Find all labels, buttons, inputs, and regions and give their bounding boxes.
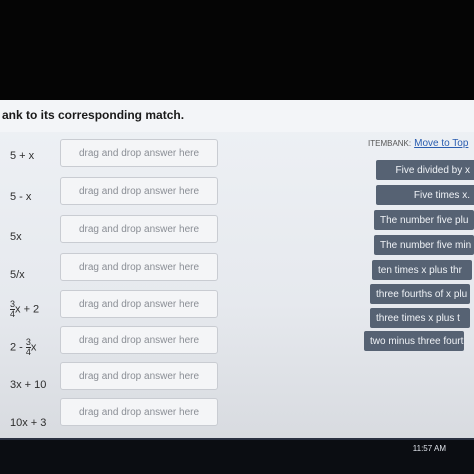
itembank-header: ITEMBANK: Move to Top — [368, 138, 468, 149]
dropzone-1[interactable]: drag and drop answer here — [60, 139, 218, 167]
dropzone-2[interactable]: drag and drop answer here — [60, 177, 218, 205]
itembank-item-2[interactable]: Five times x. — [376, 185, 474, 205]
clock[interactable]: 11:57 AM — [413, 444, 446, 453]
prompt-5: 34x + 2 — [10, 300, 39, 319]
prompt-6-pre: 2 - — [10, 341, 26, 354]
prompt-4: 5/x — [10, 269, 25, 281]
itembank-item-6[interactable]: three fourths of x plu — [370, 284, 470, 304]
dark-bezel-top — [0, 0, 474, 100]
dropzone-8[interactable]: drag and drop answer here — [60, 398, 218, 426]
dropzone-6[interactable]: drag and drop answer here — [60, 326, 218, 354]
prompt-8: 10x + 3 — [10, 417, 47, 429]
prompt-6: 2 - 34x — [10, 338, 36, 357]
prompt-7: 3x + 10 — [10, 379, 47, 391]
itembank-item-1[interactable]: Five divided by x — [376, 160, 474, 180]
itembank-item-8[interactable]: two minus three fourth — [364, 331, 464, 351]
prompt-3: 5x — [10, 231, 22, 243]
header-bar: ank to its corresponding match. — [0, 100, 474, 132]
itembank-item-7[interactable]: three times x plus t — [370, 308, 470, 328]
dropzone-5[interactable]: drag and drop answer here — [60, 290, 218, 318]
prompt-2: 5 - x — [10, 191, 32, 203]
move-to-top-link[interactable]: Move to Top — [414, 138, 468, 149]
prompt-5-post: x + 2 — [15, 303, 40, 316]
itembank-item-4[interactable]: The number five min — [374, 235, 474, 255]
prompt-1: 5 + x — [10, 150, 35, 162]
itembank-item-5[interactable]: ten times x plus thr — [372, 260, 472, 280]
taskbar-divider — [0, 438, 474, 440]
quiz-screen: ank to its corresponding match. 5 + x 5 … — [0, 100, 474, 438]
prompt-6-post: x — [30, 341, 37, 354]
dropzone-4[interactable]: drag and drop answer here — [60, 253, 218, 281]
instruction-text: ank to its corresponding match. — [2, 108, 185, 122]
taskbar: 11:57 AM — [0, 438, 474, 474]
dropzone-7[interactable]: drag and drop answer here — [60, 362, 218, 390]
itembank-label: ITEMBANK: — [368, 139, 412, 148]
itembank-item-3[interactable]: The number five plu — [374, 210, 474, 230]
dropzone-3[interactable]: drag and drop answer here — [60, 215, 218, 243]
